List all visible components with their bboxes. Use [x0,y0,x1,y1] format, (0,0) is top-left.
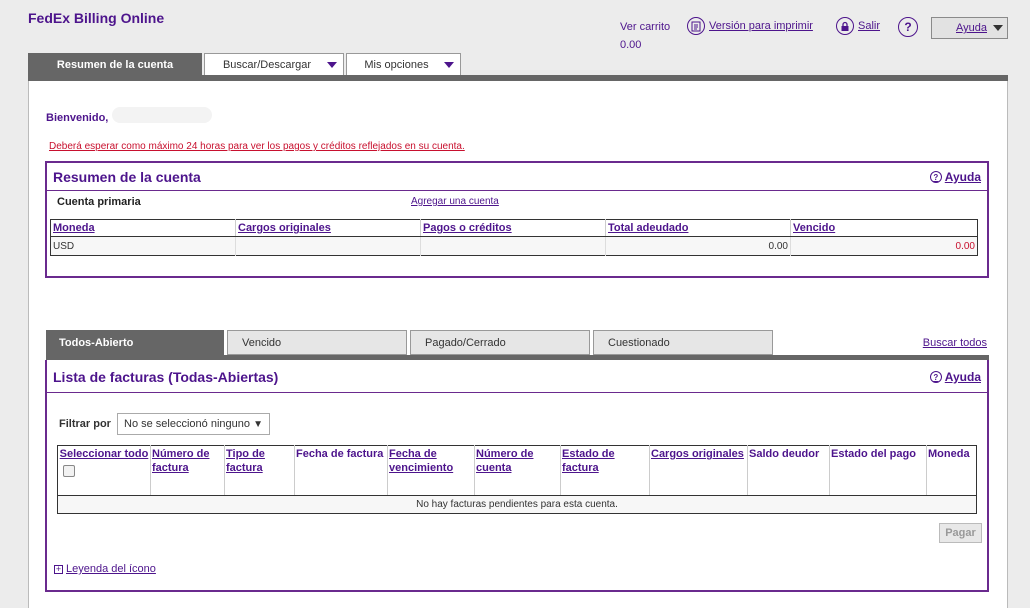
col-currency: Moneda [926,445,977,496]
tab-account-summary[interactable]: Resumen de la cuenta [28,53,202,76]
chevron-down-icon [327,62,337,68]
add-account-link[interactable]: Agregar una cuenta [411,196,499,207]
print-version-link[interactable]: Versión para imprimir [687,17,813,35]
table-row: USD 0.00 0.00 [50,236,978,256]
lock-icon [836,17,854,35]
icon-legend-label: Leyenda del ícono [66,563,156,575]
select-all-checkbox[interactable] [63,465,75,477]
caret-down-icon: ▼ [253,418,263,430]
help-question-icon[interactable]: ? [898,17,918,37]
invoice-table: Seleccionar todo Número de factura Tipo … [57,445,977,514]
cell-payments [420,236,606,256]
filter-selected-value: No se seleccionó ninguno [124,418,250,430]
cart-amount: 0.00 [620,39,642,51]
col-select-all[interactable]: Seleccionar todo [57,445,151,496]
table-header: Moneda Cargos originales Pagos o crédito… [50,219,978,237]
col-invoice-number[interactable]: Número de factura [150,445,225,496]
cell-total: 0.00 [605,236,791,256]
col-invoice-type[interactable]: Tipo de factura [224,445,295,496]
tab-my-options[interactable]: Mis opciones [346,53,461,76]
col-invoice-status[interactable]: Estado de factura [560,445,650,496]
col-due-date[interactable]: Fecha de vencimiento [387,445,475,496]
col-currency[interactable]: Moneda [50,219,236,237]
chevron-down-icon [993,25,1003,31]
user-name-redacted [112,107,212,123]
payment-notice: Deberá esperar como máximo 24 horas para… [49,141,465,152]
empty-message: No hay facturas pendientes para esta cue… [57,495,977,514]
col-original-charges[interactable]: Cargos originales [649,445,748,496]
primary-account-label: Cuenta primaria [57,196,141,208]
cell-charges [235,236,421,256]
tab-paid-closed[interactable]: Pagado/Cerrado [410,330,590,355]
invoice-list-body: Filtrar por No se seleccionó ninguno ▼ S… [47,393,987,590]
tab-overdue[interactable]: Vencido [227,330,407,355]
help-dropdown[interactable]: Ayuda [931,17,1008,39]
invoice-tabs: Todos-Abierto Vencido Pagado/Cerrado Cue… [46,330,773,355]
help-icon: ? [929,371,942,383]
col-balance-due: Saldo deudor [747,445,830,496]
help-link[interactable]: ? Ayuda [929,170,981,184]
pay-button[interactable]: Pagar [939,523,982,543]
exit-link[interactable]: Salir [836,17,880,35]
col-payment-status: Estado del pago [829,445,927,496]
divider [47,190,987,191]
icon-legend-link[interactable]: + Leyenda del ícono [54,563,156,575]
chevron-down-icon [444,62,454,68]
help-dropdown-label: Ayuda [956,22,987,34]
main-tabs: Resumen de la cuenta Buscar/Descargar Mi… [28,53,461,76]
tab-label: Resumen de la cuenta [56,58,174,71]
tab-search-download[interactable]: Buscar/Descargar [204,53,344,76]
cell-overdue: 0.00 [790,236,978,256]
exit-label: Salir [858,20,881,32]
help-label: Ayuda [944,170,981,184]
col-invoice-date: Fecha de factura [294,445,388,496]
help-label: Ayuda [944,370,981,384]
col-payments-credits[interactable]: Pagos o créditos [420,219,606,237]
help-icon: ? [929,171,942,183]
search-all-link[interactable]: Buscar todos [923,337,987,349]
col-total-due[interactable]: Total adeudado [605,219,791,237]
tab-all-open[interactable]: Todos-Abierto [46,330,224,355]
panel-title: Resumen de la cuenta [53,169,201,185]
print-icon [687,17,705,35]
cart-widget[interactable]: Ver carrito 0.00 [620,18,670,54]
help-link[interactable]: ? Ayuda [929,370,981,384]
invoice-list-panel: Lista de facturas (Todas-Abiertas) ? Ayu… [45,360,989,592]
welcome-text: Bienvenido, [46,112,109,124]
main-content: Bienvenido, Deberá esperar como máximo 2… [28,81,1008,608]
filter-select[interactable]: No se seleccionó ninguno ▼ [117,413,270,435]
table-header: Seleccionar todo Número de factura Tipo … [57,445,977,496]
tab-label: Mis opciones [364,58,429,71]
table-row: No hay facturas pendientes para esta cue… [57,495,977,514]
print-version-label: Versión para imprimir [709,20,813,32]
cell-currency: USD [50,236,236,256]
col-original-charges[interactable]: Cargos originales [235,219,421,237]
filter-label: Filtrar por [59,418,111,430]
col-account-number[interactable]: Número de cuenta [474,445,561,496]
tab-label: Buscar/Descargar [222,58,312,71]
app-title: FedEx Billing Online [28,10,165,26]
account-summary-panel: Resumen de la cuenta ? Ayuda Cuenta prim… [45,161,989,278]
account-summary-table: Moneda Cargos originales Pagos o crédito… [50,219,978,256]
tab-disputed[interactable]: Cuestionado [593,330,773,355]
expand-plus-icon: + [54,563,63,574]
select-all-label: Seleccionar todo [59,448,149,460]
cart-link[interactable]: Ver carrito [620,21,670,33]
panel-title: Lista de facturas (Todas-Abiertas) [53,369,279,385]
col-overdue[interactable]: Vencido [790,219,978,237]
